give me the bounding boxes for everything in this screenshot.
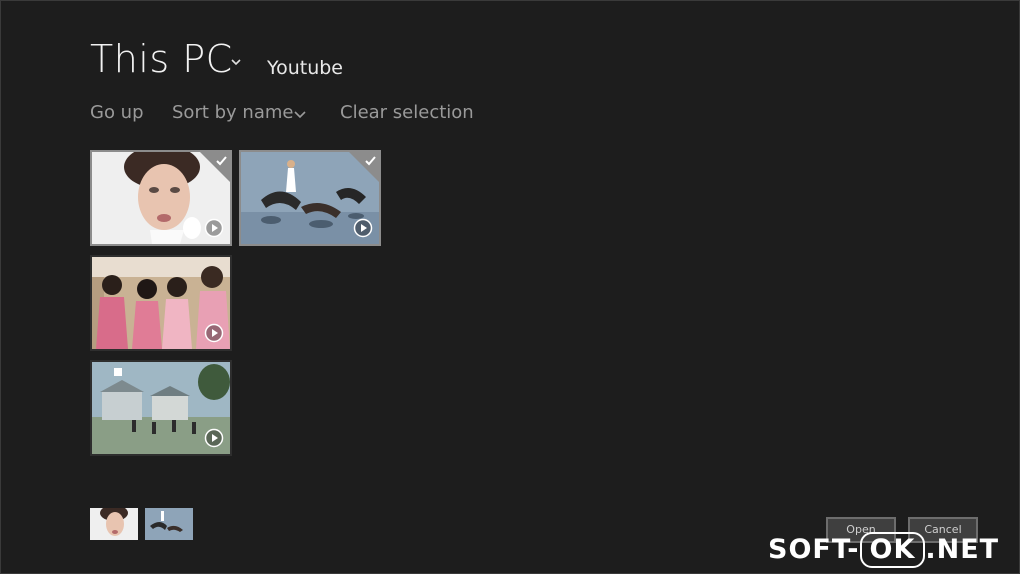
video-tile[interactable] (239, 150, 381, 246)
play-icon (204, 218, 224, 238)
video-thumbnail (145, 508, 193, 540)
watermark-ok: OK (859, 532, 926, 568)
chevron-down-icon[interactable] (231, 57, 241, 67)
watermark-left: SOFT- (768, 534, 860, 565)
checkmark-icon (349, 152, 379, 182)
play-icon (204, 428, 224, 448)
play-icon (353, 218, 373, 238)
go-up-button[interactable]: Go up (90, 102, 144, 123)
video-tile[interactable] (90, 360, 232, 456)
clear-selection-button[interactable]: Clear selection (340, 102, 474, 123)
video-tile[interactable] (90, 255, 232, 351)
current-folder-label: Youtube (267, 57, 343, 79)
watermark: SOFT- OK .NET (768, 532, 999, 568)
location-title[interactable]: This PC (90, 37, 233, 81)
play-icon (204, 323, 224, 343)
watermark-right: .NET (925, 534, 1000, 565)
selected-item-thumbnail[interactable] (90, 508, 138, 540)
checkmark-icon (200, 152, 230, 182)
video-thumbnail (90, 508, 138, 540)
video-tile[interactable] (90, 150, 232, 246)
selected-item-thumbnail[interactable] (145, 508, 193, 540)
chevron-down-icon[interactable] (294, 108, 306, 120)
sort-by-name-button[interactable]: Sort by name (172, 102, 293, 123)
